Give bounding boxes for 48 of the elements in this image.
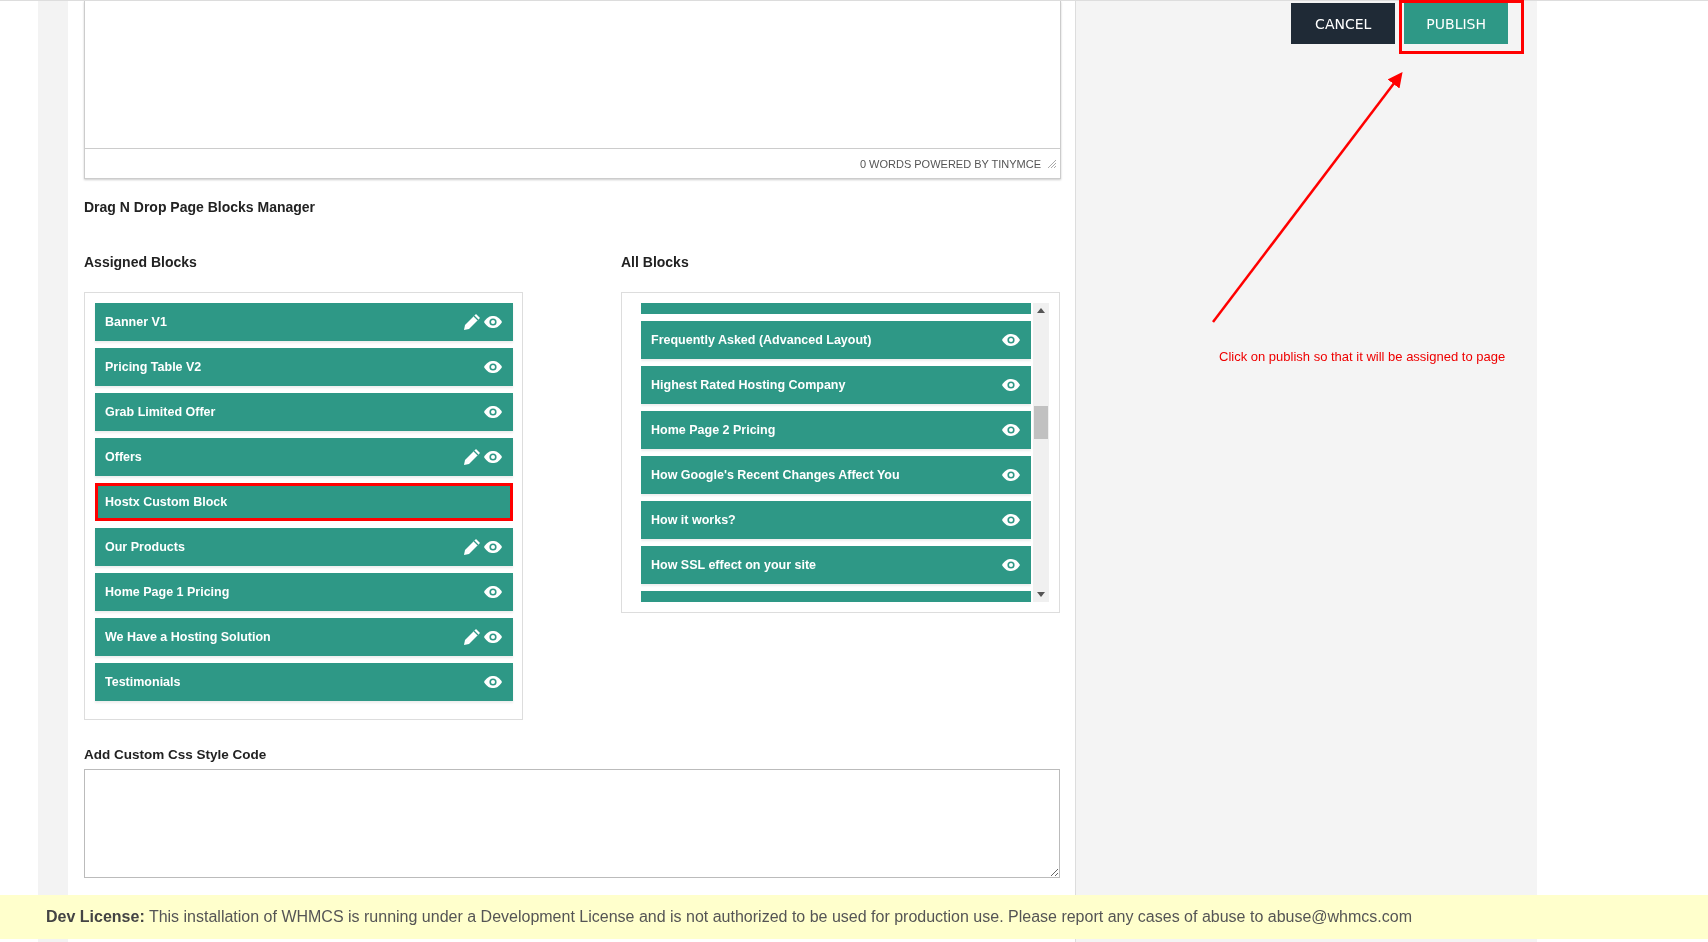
block-item[interactable]: Frequently Asked (Advanced Layout) [641, 321, 1031, 359]
block-item[interactable]: Banner V1 [95, 303, 513, 341]
eye-icon[interactable] [483, 585, 503, 599]
field-label: Add Custom Css Style Code [84, 747, 268, 762]
all-blocks-title: All Blocks [621, 254, 690, 270]
license-notice: Dev License: This installation of WHMCS is running under a Development License and is not authorized to be used for production use. Please report any cases of abuse to abuse@whmcs.com [46, 908, 1412, 926]
eye-icon[interactable] [483, 630, 503, 644]
scroll-up-icon[interactable] [1037, 308, 1045, 313]
annotation-note: Click on publish so that it will be assigned to page [1219, 349, 1506, 364]
eye-icon[interactable] [1001, 333, 1021, 347]
eye-icon[interactable] [1001, 468, 1021, 482]
eye-icon[interactable] [1001, 423, 1021, 437]
eye-icon[interactable] [483, 540, 503, 554]
publish-button[interactable]: PUBLISH [1404, 3, 1508, 44]
block-item[interactable]: Pricing Table V2 [95, 348, 513, 386]
eye-icon[interactable] [483, 450, 503, 464]
pencil-icon[interactable] [463, 628, 481, 646]
block-item[interactable]: Home Page 2 Pricing [641, 411, 1031, 449]
section-title: Drag N Drop Page Blocks Manager [84, 199, 317, 215]
block-item[interactable]: How Google's Recent Changes Affect You [641, 456, 1031, 494]
eye-icon[interactable] [1001, 513, 1021, 527]
eye-icon[interactable] [483, 675, 503, 689]
eye-icon[interactable] [483, 405, 503, 419]
eye-icon[interactable] [483, 360, 503, 374]
scrollbar-thumb[interactable] [1034, 406, 1048, 439]
block-item[interactable]: Highest Rated Hosting Company [641, 366, 1031, 404]
assigned-blocks-title: Assigned Blocks [84, 254, 198, 270]
cancel-button[interactable]: CANCEL [1291, 3, 1396, 44]
eye-icon[interactable] [1001, 558, 1021, 572]
block-item[interactable]: Home Page 1 Pricing [95, 573, 513, 611]
word-count-status: 0 WORDS POWERED BY TINYMCE [859, 157, 1041, 170]
block-item[interactable]: We Have a Hosting Solution [95, 618, 513, 656]
pencil-icon[interactable] [463, 538, 481, 556]
block-item[interactable]: How it works? [641, 501, 1031, 539]
eye-icon[interactable] [483, 315, 503, 329]
pencil-icon[interactable] [463, 313, 481, 331]
block-item[interactable]: How SSL effect on your site [641, 546, 1031, 584]
pencil-icon[interactable] [463, 448, 481, 466]
css-code-field[interactable] [84, 769, 1060, 878]
block-item[interactable]: Offers [95, 438, 513, 476]
scroll-down-icon[interactable] [1037, 592, 1045, 597]
block-item[interactable]: Hostx Custom Block [95, 483, 513, 521]
scrollbar[interactable] [1033, 303, 1049, 602]
eye-icon[interactable] [1001, 378, 1021, 392]
block-item[interactable]: Our Products [95, 528, 513, 566]
resize-handle-icon[interactable] [1047, 159, 1056, 168]
block-item[interactable]: Testimonials [95, 663, 513, 701]
block-item[interactable]: Grab Limited Offer [95, 393, 513, 431]
